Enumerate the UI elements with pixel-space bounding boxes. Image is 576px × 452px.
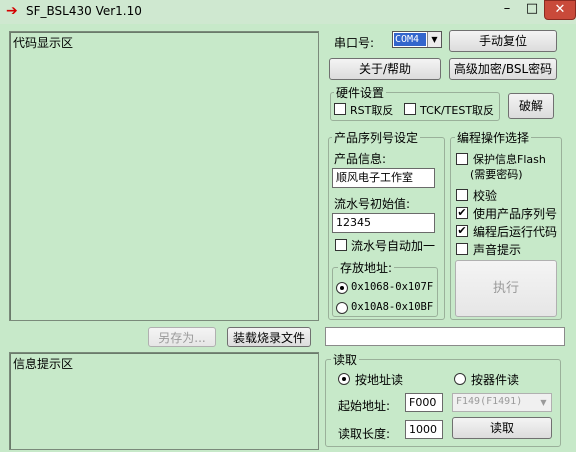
info-display-area[interactable]: 信息提示区 xyxy=(9,352,319,450)
device-select[interactable]: F149(F1491) ▼ xyxy=(452,393,552,412)
device-select-value: F149(F1491) xyxy=(456,396,523,407)
product-info-input[interactable]: 顺风电子工作室 xyxy=(332,168,435,188)
protect-flash-label: 保护信息Flash xyxy=(473,153,546,166)
run-after-label: 编程后运行代码 xyxy=(473,225,558,239)
serial-setup-legend: 产品序列号设定 xyxy=(332,129,421,146)
serial-port-label: 串口号: xyxy=(334,36,375,50)
close-button[interactable]: ✕ xyxy=(544,0,576,20)
serial-port-value: COM4 xyxy=(394,33,426,46)
maximize-button[interactable]: □ xyxy=(520,0,544,20)
product-info-label: 产品信息: xyxy=(334,152,387,166)
read-length-input[interactable]: 1000 xyxy=(405,420,443,439)
read-length-label: 读取长度: xyxy=(338,427,391,441)
read-button[interactable]: 读取 xyxy=(452,417,552,439)
sound-label: 声音提示 xyxy=(473,243,522,257)
read-by-address-label: 按地址读 xyxy=(355,373,404,387)
storage-address-legend: 存放地址: xyxy=(338,259,395,276)
read-by-device-label: 按器件读 xyxy=(471,373,520,387)
use-serial-label: 使用产品序列号 xyxy=(473,207,558,221)
address-option-1-label: 0x1068-0x107F xyxy=(351,281,434,293)
auto-increment-checkbox[interactable] xyxy=(335,239,347,251)
auto-increment-label: 流水号自动加一 xyxy=(351,239,436,253)
verify-checkbox[interactable] xyxy=(456,189,468,201)
chevron-down-icon[interactable]: ▼ xyxy=(536,394,551,411)
address-option-2-radio[interactable] xyxy=(336,302,348,314)
protect-flash-checkbox[interactable] xyxy=(456,153,468,165)
rst-invert-label: RST取反 xyxy=(350,104,394,117)
serial-start-label: 流水号初始值: xyxy=(334,197,411,211)
advanced-encrypt-button[interactable]: 高级加密/BSL密码 xyxy=(449,58,557,80)
read-by-address-radio[interactable] xyxy=(338,373,350,385)
serial-port-select[interactable]: COM4 ▼ xyxy=(392,31,442,48)
rst-invert-checkbox[interactable] xyxy=(334,103,346,115)
start-address-label: 起始地址: xyxy=(338,399,391,413)
hardware-settings-legend: 硬件设置 xyxy=(334,84,387,101)
minimize-button[interactable]: – xyxy=(494,0,520,20)
sound-checkbox[interactable] xyxy=(456,243,468,255)
code-display-area[interactable]: 代码显示区 xyxy=(9,31,319,321)
info-display-label: 信息提示区 xyxy=(13,357,74,371)
manual-reset-button[interactable]: 手动复位 xyxy=(449,30,557,52)
serial-start-input[interactable]: 12345 xyxy=(332,213,435,233)
code-display-label: 代码显示区 xyxy=(13,36,74,50)
address-option-2-label: 0x10A8-0x10BF xyxy=(351,301,434,313)
tck-invert-label: TCK/TEST取反 xyxy=(420,104,495,117)
crack-button[interactable]: 破解 xyxy=(508,93,554,119)
protect-flash-note: (需要密码) xyxy=(470,168,523,181)
execute-button[interactable]: 执行 xyxy=(455,260,557,317)
about-help-button[interactable]: 关于/帮助 xyxy=(329,58,441,80)
use-serial-checkbox[interactable]: ✔ xyxy=(456,207,468,219)
progress-bar xyxy=(325,327,565,346)
save-as-button[interactable]: 另存为... xyxy=(148,327,216,347)
window-title: SF_BSL430 Ver1.10 xyxy=(26,4,142,18)
verify-label: 校验 xyxy=(473,189,498,203)
programming-options-legend: 编程操作选择 xyxy=(455,129,532,146)
address-option-1-radio[interactable] xyxy=(336,282,348,294)
read-by-device-radio[interactable] xyxy=(454,373,466,385)
app-arrow-icon: ➔ xyxy=(6,3,18,19)
load-file-button[interactable]: 装载烧录文件 xyxy=(227,327,311,347)
run-after-checkbox[interactable]: ✔ xyxy=(456,225,468,237)
tck-invert-checkbox[interactable] xyxy=(404,103,416,115)
read-legend: 读取 xyxy=(331,351,360,368)
start-address-input[interactable]: F000 xyxy=(405,393,443,412)
chevron-down-icon[interactable]: ▼ xyxy=(427,32,441,47)
